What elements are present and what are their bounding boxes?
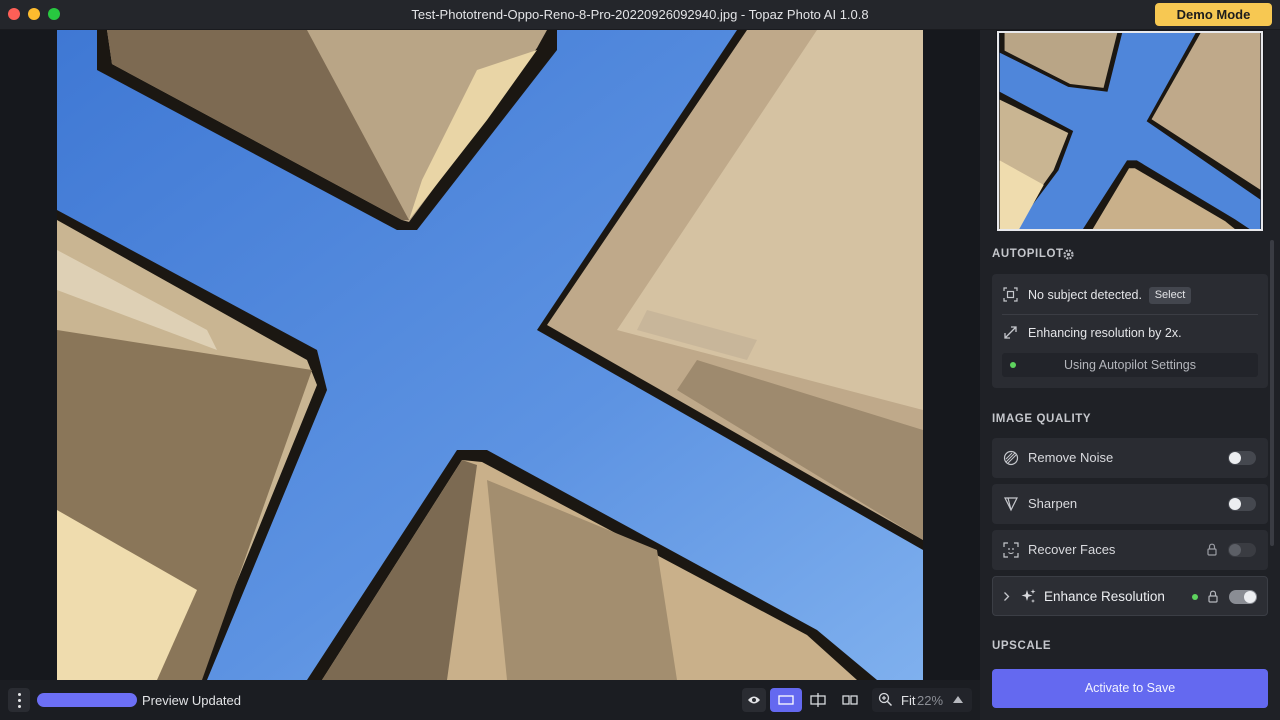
image-viewer[interactable] — [0, 30, 980, 680]
filter-enhance-resolution[interactable]: Enhance Resolution — [992, 576, 1268, 616]
zoom-in-icon — [878, 692, 893, 707]
single-view-button[interactable] — [770, 688, 802, 712]
preview-status: Preview Updated — [142, 693, 241, 708]
filter-sharpen[interactable]: Sharpen — [992, 484, 1268, 524]
subject-detect-icon — [1003, 287, 1018, 302]
zoom-percent: 22% — [917, 693, 944, 708]
expand-arrows-icon — [1004, 326, 1017, 339]
activate-to-save-button[interactable]: Activate to Save — [992, 669, 1268, 708]
split-view-button[interactable] — [806, 688, 830, 712]
side-by-side-icon — [842, 695, 858, 705]
sharpen-icon — [1004, 497, 1018, 512]
recover-faces-toggle[interactable] — [1228, 543, 1256, 557]
active-dot — [1192, 594, 1198, 600]
preview-progress-bar — [37, 693, 137, 707]
subject-status: No subject detected. — [1028, 288, 1142, 302]
chevron-right-icon[interactable] — [1003, 591, 1010, 602]
bottom-toolbar: Preview Updated Fit 22% — [0, 680, 980, 720]
filter-recover-faces[interactable]: Recover Faces — [992, 530, 1268, 570]
filter-label: Recover Faces — [1028, 542, 1116, 557]
title-bar: Test-Phototrend-Oppo-Reno-8-Pro-20220926… — [0, 0, 1280, 30]
autopilot-title: AUTOPILOT — [992, 248, 1064, 260]
autopilot-settings-pill[interactable]: Using Autopilot Settings — [1002, 353, 1258, 377]
sparkle-icon — [1021, 589, 1036, 603]
divider — [1002, 314, 1258, 315]
select-subject-button[interactable]: Select — [1149, 287, 1191, 304]
image-quality-title: IMAGE QUALITY — [992, 413, 1092, 425]
filter-remove-noise[interactable]: Remove Noise — [992, 438, 1268, 478]
navigator[interactable] — [996, 30, 1264, 231]
lock-icon — [1207, 543, 1217, 556]
eye-icon — [748, 696, 760, 704]
single-view-icon — [778, 695, 794, 705]
side-by-side-button[interactable] — [838, 688, 862, 712]
side-panel: AUTOPILOT No subject detected. Select En… — [980, 30, 1280, 720]
upscale-title: UPSCALE — [992, 640, 1052, 652]
resolution-status: Enhancing resolution by 2x. — [1028, 326, 1182, 340]
filter-label: Sharpen — [1028, 496, 1078, 511]
lock-icon — [1208, 590, 1218, 603]
zoom-fit-label: Fit — [901, 693, 916, 708]
filter-label: Remove Noise — [1028, 450, 1114, 465]
split-view-icon — [810, 693, 826, 707]
demo-mode-button[interactable]: Demo Mode — [1155, 3, 1272, 26]
more-menu-button[interactable] — [8, 688, 30, 712]
toggle-original-button[interactable] — [742, 688, 766, 712]
remove-noise-toggle[interactable] — [1228, 451, 1256, 465]
filter-label: Enhance Resolution — [1044, 589, 1165, 604]
navigator-thumbnail — [997, 31, 1263, 231]
enhance-resolution-toggle[interactable] — [1229, 590, 1257, 604]
noise-icon — [1003, 450, 1019, 466]
face-scan-icon — [1003, 542, 1019, 558]
zoom-control[interactable]: Fit 22% — [872, 688, 972, 712]
photo-preview — [57, 30, 923, 680]
sharpen-toggle[interactable] — [1228, 497, 1256, 511]
window-title: Test-Phototrend-Oppo-Reno-8-Pro-20220926… — [411, 7, 869, 22]
autopilot-settings-label: Using Autopilot Settings — [1063, 358, 1197, 372]
autopilot-card: No subject detected. Select Enhancing re… — [992, 274, 1268, 388]
gear-icon[interactable] — [1062, 248, 1075, 261]
panel-scrollbar[interactable] — [1270, 240, 1274, 546]
caret-up-icon[interactable] — [953, 696, 963, 703]
